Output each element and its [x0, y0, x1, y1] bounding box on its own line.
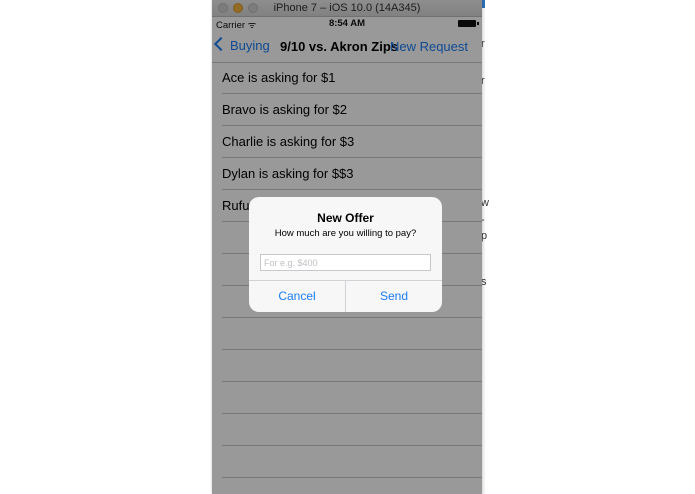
send-button[interactable]: Send [346, 281, 442, 312]
alert-button-row: Cancel Send [249, 280, 442, 312]
offer-amount-input[interactable] [260, 254, 431, 271]
alert-title: New Offer [317, 211, 374, 225]
alert-message: How much are you willing to pay? [274, 228, 417, 239]
cancel-button[interactable]: Cancel [249, 281, 346, 312]
new-offer-alert: New Offer How much are you willing to pa… [249, 197, 442, 312]
simulator-window: iPhone 7 – iOS 10.0 (14A345) Carrier ᯤ 8… [212, 0, 482, 494]
background-text-fragment: w [481, 197, 489, 209]
